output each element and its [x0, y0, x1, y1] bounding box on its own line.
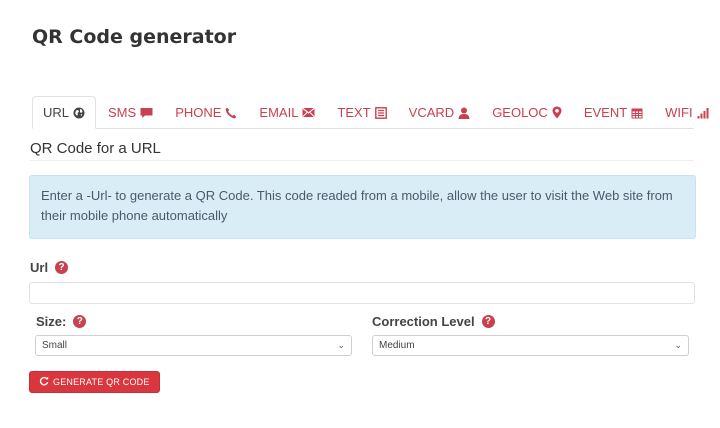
map-marker-icon [552, 106, 562, 119]
size-select[interactable]: Small ⌄ [35, 335, 352, 356]
tab-label: PHONE [175, 105, 222, 120]
user-icon [458, 107, 470, 119]
tab-label: TEXT [337, 105, 371, 120]
chevron-down-icon: ⌄ [674, 340, 682, 350]
signal-icon [697, 107, 709, 119]
section-title: QR Code for a URL [30, 140, 161, 157]
tab-phone[interactable]: PHONE [165, 97, 247, 128]
tab-text[interactable]: TEXT [327, 97, 396, 128]
page-title: QR Code generator [32, 26, 237, 48]
tab-url[interactable]: URL [32, 96, 97, 129]
tab-label: GEOLOC [492, 105, 548, 120]
url-input[interactable] [29, 282, 695, 304]
generate-qr-button[interactable]: GENERATE QR CODE [29, 371, 160, 393]
tab-email[interactable]: EMAIL [249, 97, 325, 128]
size-label-row: Size: ? [36, 314, 87, 329]
correction-label-row: Correction Level ? [372, 314, 495, 329]
size-select-value: Small [42, 340, 68, 351]
globe-icon [73, 107, 85, 119]
calendar-icon [631, 107, 643, 119]
tab-label: WIFI [665, 105, 693, 120]
envelope-icon [302, 107, 316, 118]
correction-label: Correction Level [372, 314, 475, 329]
tab-label: URL [43, 105, 70, 120]
tab-geoloc[interactable]: GEOLOC [482, 97, 572, 128]
url-label-row: Url ? [30, 260, 69, 275]
tab-label: EMAIL [259, 105, 299, 120]
divider [30, 160, 694, 161]
info-alert: Enter a -Url- to generate a QR Code. Thi… [29, 175, 696, 239]
comment-icon [140, 107, 153, 119]
tab-label: EVENT [583, 105, 628, 120]
correction-level-select[interactable]: Medium ⌄ [372, 335, 689, 356]
tab-wifi[interactable]: WIFI [655, 97, 718, 128]
url-label: Url [30, 260, 49, 275]
help-icon[interactable]: ? [73, 315, 87, 328]
tab-sms[interactable]: SMS [98, 97, 163, 128]
tab-label: VCARD [408, 105, 455, 120]
document-icon [374, 106, 387, 119]
help-icon[interactable]: ? [55, 261, 69, 274]
tab-event[interactable]: EVENT [574, 97, 653, 128]
chevron-down-icon: ⌄ [337, 340, 345, 350]
phone-icon [225, 107, 237, 119]
correction-select-value: Medium [379, 340, 415, 351]
tab-vcard[interactable]: VCARD [399, 97, 481, 128]
tab-bar: URL SMS PHONE EMAIL TEXT VCARD GEOLOC EV… [32, 96, 709, 129]
help-icon[interactable]: ? [481, 315, 495, 328]
tab-label: SMS [108, 105, 137, 120]
size-label: Size: [36, 314, 67, 329]
refresh-icon [39, 376, 49, 388]
generate-label: GENERATE QR CODE [53, 377, 150, 387]
